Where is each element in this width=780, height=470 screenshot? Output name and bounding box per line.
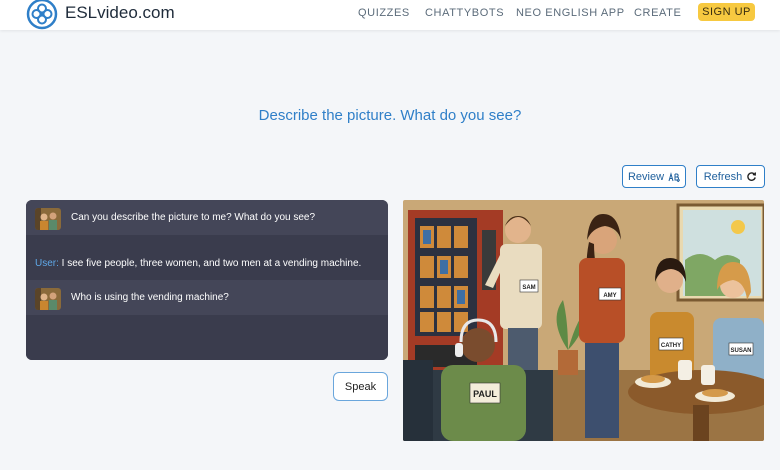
top-header: ESLvideo.com QUIZZES CHATTYBOTS NEO ENGL… xyxy=(0,0,780,30)
bot-message-text: Who is using the vending machine? xyxy=(71,292,229,303)
name-tag-paul: PAUL xyxy=(473,389,497,399)
scene-illustration: SAM AMY CATHY SUSAN PAUL xyxy=(403,200,764,441)
nav-chattybots[interactable]: CHATTYBOTS xyxy=(425,7,504,19)
nav-quizzes[interactable]: QUIZZES xyxy=(358,7,410,19)
name-tag-amy: AMY xyxy=(603,293,616,299)
signup-button[interactable]: SIGN UP xyxy=(698,3,755,21)
chat-panel: Can you describe the picture to me? What… xyxy=(26,200,388,360)
user-label: User: xyxy=(35,258,59,269)
chat-empty-area xyxy=(26,324,388,360)
user-message: User: I see five people, three women, an… xyxy=(26,246,388,279)
bot-avatar xyxy=(35,208,61,230)
speak-button[interactable]: Speak xyxy=(333,372,388,401)
name-tag-susan: SUSAN xyxy=(730,348,751,354)
brand-name[interactable]: ESLvideo.com xyxy=(65,3,175,23)
name-tag-sam: SAM xyxy=(522,285,535,291)
bot-avatar xyxy=(35,288,61,310)
review-label: Review xyxy=(627,170,665,183)
name-tag-cathy: CATHY xyxy=(661,343,681,349)
page-prompt: Describe the picture. What do you see? xyxy=(258,107,522,124)
bot-message: Who is using the vending machine? xyxy=(26,280,388,315)
refresh-label: Refresh xyxy=(703,170,743,183)
refresh-icon xyxy=(747,172,757,181)
nav-neo-english-app[interactable]: NEO ENGLISH APP xyxy=(516,7,625,19)
user-message-text: I see five people, three women, and two … xyxy=(58,258,362,269)
eslvideo-logo-icon[interactable] xyxy=(26,0,58,30)
bot-message-text: Can you describe the picture to me? What… xyxy=(71,212,316,223)
bot-message: Can you describe the picture to me? What… xyxy=(26,200,388,235)
nav-create[interactable]: CREATE xyxy=(634,7,681,19)
refresh-button[interactable]: Refresh xyxy=(696,165,765,188)
review-icon xyxy=(668,171,681,182)
review-button[interactable]: Review xyxy=(622,165,686,188)
